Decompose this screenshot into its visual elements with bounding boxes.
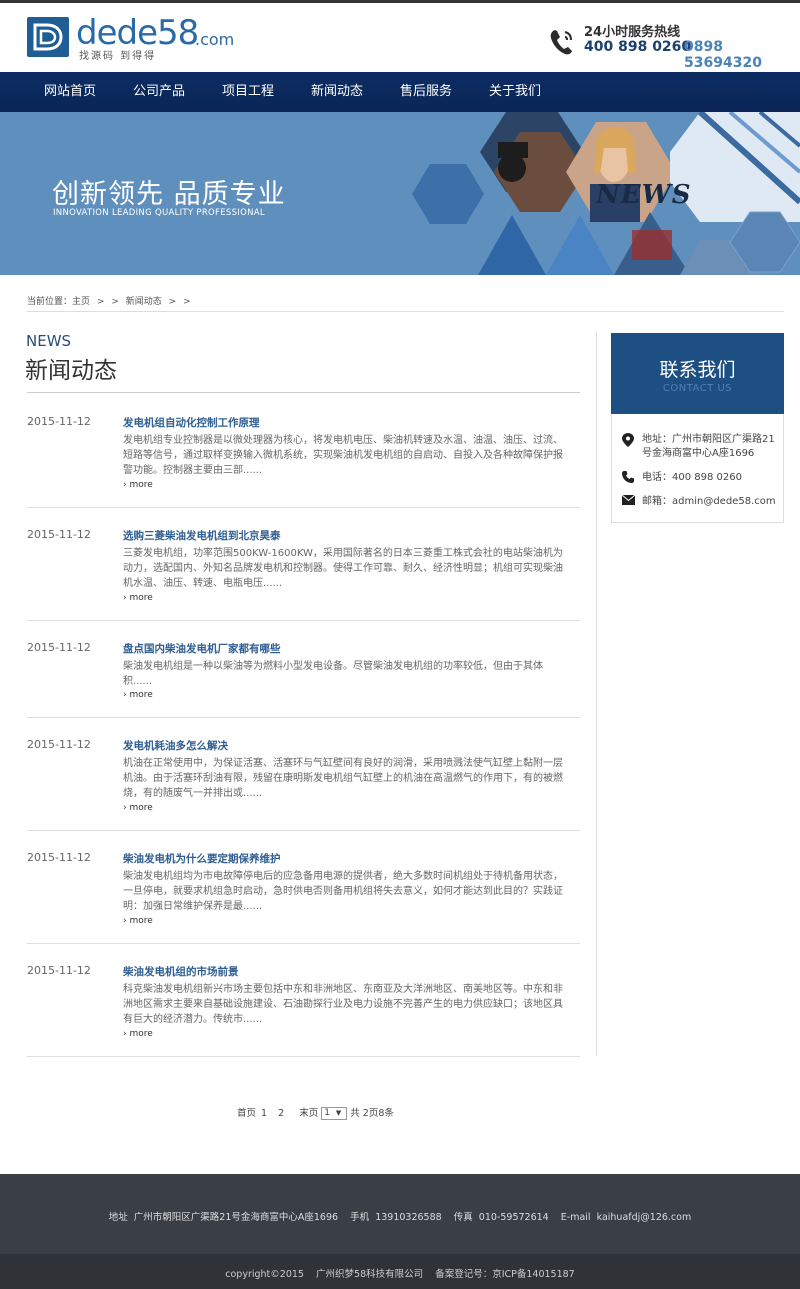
news-more-link[interactable]: › more: [123, 1029, 153, 1039]
contact-address-text: 地址：广州市朝阳区广渠路21号金海商富中心A座1696: [642, 434, 775, 459]
breadcrumb-prefix: 当前位置：: [27, 297, 73, 307]
news-title-link[interactable]: 盘点国内柴油发电机厂家都有哪些: [123, 641, 281, 656]
more-label: more: [129, 803, 153, 813]
phone-icon: [548, 27, 576, 61]
sidebar-divider: [596, 332, 597, 1056]
site-header: dede58 .com 找源码 到得得 24小时服务热线 400 898 026…: [0, 3, 800, 72]
envelope-icon: [621, 494, 636, 510]
news-title-link[interactable]: 选购三菱柴油发电机组到北京昊泰: [123, 528, 281, 543]
section-divider: [27, 392, 580, 393]
hotline: 24小时服务热线 400 898 0260 0898 53694320: [548, 21, 793, 71]
contact-card-header: 联系我们 CONTACT US: [611, 333, 784, 414]
news-title-link[interactable]: 柴油发电机为什么要定期保养维护: [123, 851, 281, 866]
chevron-right-icon: ›: [123, 480, 127, 490]
news-date: 2015-11-12: [27, 641, 91, 654]
news-summary: 三菱发电机组，功率范围500KW-1600KW，采用国际著名的日本三菱重工株式会…: [123, 548, 563, 589]
news-summary: 发电机组专业控制器是以微处理器为核心，将发电机电压、柴油机转速及水温、油温、油压…: [123, 435, 563, 476]
main-nav: 网站首页 公司产品 项目工程 新闻动态 售后服务 关于我们: [0, 72, 800, 112]
news-summary: 科克柴油发电机组新兴市场主要包括中东和非洲地区、东南亚及大洋洲地区、南美地区等。…: [123, 984, 563, 1025]
news-title-link[interactable]: 柴油发电机组的市场前景: [123, 964, 239, 979]
news-date: 2015-11-12: [27, 415, 91, 428]
news-more-link[interactable]: › more: [123, 690, 153, 700]
news-list-item: 2015-11-12 柴油发电机组的市场前景 科克柴油发电机组新兴市场主要包括中…: [27, 964, 580, 1057]
banner-news-badge: NEWS: [596, 180, 692, 210]
section-heading-en: NEWS: [26, 332, 72, 350]
news-title-link[interactable]: 发电机组自动化控制工作原理: [123, 415, 260, 430]
news-list-item: 2015-11-12 柴油发电机为什么要定期保养维护 柴油发电机组均为市电故障停…: [27, 851, 580, 944]
nav-item-projects[interactable]: 项目工程: [208, 72, 288, 112]
more-label: more: [129, 480, 153, 490]
pager-summary: 共 2页8条: [350, 1108, 394, 1119]
more-label: more: [129, 916, 153, 926]
news-list-item: 2015-11-12 选购三菱柴油发电机组到北京昊泰 三菱发电机组，功率范围50…: [27, 528, 580, 621]
more-label: more: [129, 593, 153, 603]
nav-item-service[interactable]: 售后服务: [386, 72, 466, 112]
pager-page-1[interactable]: 1: [261, 1108, 267, 1119]
pager-last-link[interactable]: 末页: [299, 1105, 318, 1119]
breadcrumb-home-link[interactable]: 主页: [72, 297, 90, 307]
news-summary: 柴油发电机组是一种以柴油等为燃料小型发电设备。尽管柴油发电机组的功率较低，但由于…: [123, 661, 543, 687]
breadcrumb-separator: >: [183, 297, 191, 307]
chevron-right-icon: ›: [123, 690, 127, 700]
breadcrumb-divider: [27, 311, 784, 312]
contact-phone-text: 电话：400 898 0260: [642, 472, 742, 483]
footer-contact-info: 地址 广州市朝阳区广渠路21号金海商富中心A座1696 手机 139103265…: [108, 1212, 692, 1223]
contact-title-cn: 联系我们: [659, 359, 736, 381]
nav-item-news[interactable]: 新闻动态: [297, 72, 377, 112]
nav-item-products[interactable]: 公司产品: [119, 72, 199, 112]
logo-slogan: 找源码 到得得: [79, 51, 157, 62]
chevron-right-icon: ›: [123, 1029, 127, 1039]
pager-page-2[interactable]: 2: [278, 1108, 284, 1119]
news-date: 2015-11-12: [27, 964, 91, 977]
news-more-link[interactable]: › more: [123, 480, 153, 490]
news-list-item: 2015-11-12 发电机组自动化控制工作原理 发电机组专业控制器是以微处理器…: [27, 415, 580, 508]
breadcrumb: 当前位置：主页 > > 新闻动态 > >: [27, 294, 195, 307]
more-label: more: [129, 1029, 153, 1039]
news-more-link[interactable]: › more: [123, 803, 153, 813]
hotline-number-secondary: 0898 53694320: [684, 39, 762, 71]
breadcrumb-current-link[interactable]: 新闻动态: [126, 297, 162, 307]
pager-selected-value: 1: [324, 1108, 330, 1118]
pager-first-link[interactable]: 首页: [237, 1105, 256, 1119]
news-date: 2015-11-12: [27, 738, 91, 751]
news-title-link[interactable]: 发电机耗油多怎么解决: [123, 738, 228, 753]
breadcrumb-separator: >: [96, 297, 105, 307]
banner-subtitle: INNOVATION LEADING QUALITY PROFESSIONAL: [53, 208, 265, 218]
contact-card: 联系我们 CONTACT US 地址：广州市朝阳区广渠路21号金海商富中心A座1…: [611, 333, 784, 523]
hotline-title: 24小时服务热线: [584, 25, 681, 40]
logo-domain: .com: [195, 30, 235, 49]
location-pin-icon: [622, 433, 634, 452]
section-heading-cn: 新闻动态: [25, 358, 117, 384]
contact-email-text: 邮箱：admin@dede58.com: [642, 496, 776, 507]
chevron-right-icon: ›: [123, 916, 127, 926]
caret-down-icon: ▼: [335, 1109, 342, 1117]
nav-item-home[interactable]: 网站首页: [30, 72, 110, 112]
news-date: 2015-11-12: [27, 528, 91, 541]
contact-title-en: CONTACT US: [662, 383, 733, 394]
breadcrumb-separator: >: [111, 297, 119, 307]
pager-page-select[interactable]: 1 ▼: [321, 1107, 348, 1120]
news-summary: 机油在正常使用中，为保证活塞、活塞环与气缸壁间有良好的润滑，采用喷溅法使气缸壁上…: [123, 758, 563, 799]
news-date: 2015-11-12: [27, 851, 91, 864]
hero-banner: 创新领先 品质专业 INNOVATION LEADING QUALITY PRO…: [0, 112, 800, 275]
site-logo[interactable]: dede58 .com 找源码 到得得: [27, 13, 237, 62]
pagination: 首页 1 2 末页 1 ▼ 共 2页8条: [237, 1105, 394, 1120]
more-label: more: [129, 690, 153, 700]
breadcrumb-separator: >: [168, 297, 177, 307]
news-more-link[interactable]: › more: [123, 916, 153, 926]
news-more-link[interactable]: › more: [123, 593, 153, 603]
nav-item-about[interactable]: 关于我们: [475, 72, 555, 112]
footer-copyright-bar: copyright©2015 广州织梦58科技有限公司 备案登记号：京ICP备1…: [0, 1254, 800, 1289]
banner-title: 创新领先 品质专业: [52, 179, 286, 210]
chevron-right-icon: ›: [123, 803, 127, 813]
footer-copyright: copyright©2015 广州织梦58科技有限公司 备案登记号：京ICP备1…: [225, 1269, 575, 1280]
footer-info: 地址 广州市朝阳区广渠路21号金海商富中心A座1696 手机 139103265…: [0, 1174, 800, 1254]
logo-mark-icon: [27, 17, 69, 57]
news-list-item: 2015-11-12 发电机耗油多怎么解决 机油在正常使用中，为保证活塞、活塞环…: [27, 738, 580, 831]
news-summary: 柴油发电机组均为市电故障停电后的应急备用电源的提供者，绝大多数时间机组处于待机备…: [123, 871, 563, 912]
news-list-item: 2015-11-12 盘点国内柴油发电机厂家都有哪些 柴油发电机组是一种以柴油等…: [27, 641, 580, 718]
phone-icon: [622, 471, 634, 488]
chevron-right-icon: ›: [123, 593, 127, 603]
hotline-number-primary: 400 898 0260: [584, 39, 692, 55]
